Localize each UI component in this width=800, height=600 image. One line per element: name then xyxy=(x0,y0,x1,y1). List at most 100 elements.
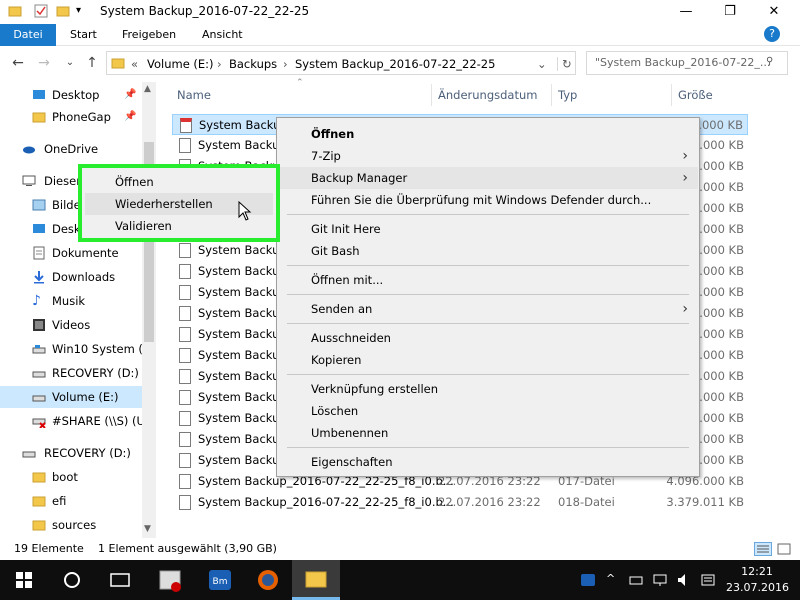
menu-item-7-zip[interactable]: 7-Zip › xyxy=(278,145,698,167)
submenu-arrow-icon: › xyxy=(682,148,688,164)
menu-item-verknüpfung-erstellen[interactable]: Verknüpfung erstellen xyxy=(278,378,698,400)
file-explorer-taskbar-icon[interactable] xyxy=(292,560,340,600)
menu-item-umbenennen[interactable]: Umbenennen xyxy=(278,422,698,444)
file-icon xyxy=(179,495,191,510)
properties-icon[interactable] xyxy=(34,4,48,18)
nav-item-efi[interactable]: efi xyxy=(0,490,142,512)
maximize-button[interactable]: ❐ xyxy=(708,0,752,24)
nav-item-drive-d[interactable]: RECOVERY (D:) xyxy=(0,362,142,384)
column-separator[interactable] xyxy=(671,84,672,106)
file-row[interactable]: System Backup_2016-07-22_22-25_f8_i0.b..… xyxy=(172,492,748,513)
recent-locations-button[interactable]: ⌄ xyxy=(62,54,78,72)
sort-indicator-icon: ⌃ xyxy=(296,78,304,88)
nav-item-boot[interactable]: boot xyxy=(0,466,142,488)
task-view-icon[interactable] xyxy=(96,560,144,600)
breadcrumb-separator[interactable]: › xyxy=(217,57,222,71)
start-windows-icon[interactable] xyxy=(0,560,48,600)
system-clock[interactable]: 12:21 23.07.2016 xyxy=(726,564,789,596)
file-name: System Backup xyxy=(198,138,287,152)
column-header-date[interactable]: Änderungsdatum xyxy=(438,88,537,108)
breadcrumb-folder[interactable]: System Backup_2016-07-22_22-25 xyxy=(295,57,495,71)
status-bar: 19 Elemente 1 Element ausgewählt (3,90 G… xyxy=(0,538,800,560)
file-name: System Backup xyxy=(198,243,287,257)
menu-item-ausschneiden[interactable]: Ausschneiden xyxy=(278,327,698,349)
overflow-chevron[interactable]: « xyxy=(131,57,138,71)
action-center-icon[interactable] xyxy=(700,572,716,588)
menu-item-führen-sie-die-überprüfung-mit-windows-defender-durch[interactable]: Führen Sie die Überprüfung mit Windows D… xyxy=(278,189,698,211)
column-header-name[interactable]: Name xyxy=(177,88,211,108)
menu-item-backup-manager[interactable]: Backup Manager › xyxy=(278,167,698,189)
menu-item-git-init-here[interactable]: Git Init Here xyxy=(278,218,698,240)
menu-item-eigenschaften[interactable]: Eigenschaften xyxy=(278,451,698,473)
column-separator[interactable] xyxy=(551,84,552,106)
nav-item-desktop[interactable]: Desktop 📌 xyxy=(0,84,142,106)
nav-item-sources[interactable]: sources xyxy=(0,514,142,536)
help-icon[interactable]: ? xyxy=(764,26,780,42)
forward-button[interactable]: → xyxy=(36,54,52,72)
search-input[interactable]: "System Backup_2016-07-22_... xyxy=(586,51,788,75)
nav-item-drive-c[interactable]: Win10 System (C:) xyxy=(0,338,142,360)
app-window-icon[interactable] xyxy=(146,560,194,600)
search-icon[interactable]: ⚲ xyxy=(766,56,773,67)
address-bar[interactable]: « Volume (E:) › Backups › System Backup_… xyxy=(106,51,576,75)
nav-item-recovery-d[interactable]: RECOVERY (D:) xyxy=(0,442,142,464)
downloads-icon xyxy=(34,271,44,284)
svg-text:Bm: Bm xyxy=(213,577,228,587)
nav-item-downloads[interactable]: Downloads xyxy=(0,266,142,288)
search-circle-icon[interactable] xyxy=(48,560,96,600)
menu-item-kopieren[interactable]: Kopieren xyxy=(278,349,698,371)
large-icons-view-icon[interactable] xyxy=(776,542,792,556)
column-separator[interactable] xyxy=(431,84,432,106)
tray-overflow-icon[interactable]: ^ xyxy=(606,572,622,588)
menu-item-öffnen[interactable]: Öffnen xyxy=(278,123,698,145)
menu-separator xyxy=(287,294,689,295)
nav-item-phonegap[interactable]: PhoneGap 📌 xyxy=(0,106,142,128)
new-folder-icon[interactable] xyxy=(56,4,70,18)
volume-icon[interactable] xyxy=(676,572,692,588)
pin-icon[interactable]: 📌 xyxy=(124,106,136,128)
menu-separator xyxy=(287,214,689,215)
nav-item-drive-e[interactable]: Volume (E:) xyxy=(0,386,142,408)
close-button[interactable]: ✕ xyxy=(752,0,796,24)
breadcrumb-backups[interactable]: Backups xyxy=(229,57,277,71)
nav-item-share-u[interactable]: #SHARE (\\S) (U:) xyxy=(0,410,142,432)
file-type: 018-Datei xyxy=(558,495,615,509)
customize-quick-access-icon[interactable]: ▾ xyxy=(76,4,90,18)
nav-item-music[interactable]: ♪ Musik xyxy=(0,290,142,312)
details-view-icon[interactable] xyxy=(754,542,772,556)
scroll-down-icon[interactable]: ▼ xyxy=(144,524,151,534)
tab-freigeben[interactable]: Freigeben xyxy=(112,24,186,46)
menu-item-löschen[interactable]: Löschen xyxy=(278,400,698,422)
menu-item-git-bash[interactable]: Git Bash xyxy=(278,240,698,262)
scroll-up-icon[interactable]: ▲ xyxy=(144,84,151,94)
column-header-size[interactable]: Größe xyxy=(678,88,713,108)
file-name: System Backup xyxy=(198,306,287,320)
menu-item-öffnen-mit[interactable]: Öffnen mit... xyxy=(278,269,698,291)
menu-item-senden-an[interactable]: Senden an › xyxy=(278,298,698,320)
tray-app-icon[interactable] xyxy=(580,572,596,588)
address-dropdown-icon[interactable]: ⌄ xyxy=(537,57,547,71)
firefox-icon[interactable] xyxy=(244,560,292,600)
explorer-window: ▾ System Backup_2016-07-22_22-25 — ❐ ✕ D… xyxy=(0,0,800,560)
refresh-icon[interactable]: ↻ xyxy=(557,57,572,71)
usb-eject-icon[interactable] xyxy=(628,572,644,588)
navigation-pane: Desktop 📌 PhoneGap 📌 OneDrive Dieser PC … xyxy=(0,80,156,538)
breadcrumb-volume[interactable]: Volume (E:) xyxy=(147,57,214,71)
nav-item-documents[interactable]: Dokumente xyxy=(0,242,142,264)
tab-datei[interactable]: Datei xyxy=(0,24,56,46)
column-header-type[interactable]: Typ xyxy=(558,88,577,108)
network-icon[interactable] xyxy=(652,572,668,588)
nav-item-videos[interactable]: Videos xyxy=(0,314,142,336)
tab-ansicht[interactable]: Ansicht xyxy=(192,24,253,46)
file-icon xyxy=(179,369,191,384)
tab-start[interactable]: Start xyxy=(60,24,107,46)
backup-manager-app-icon[interactable]: Bm xyxy=(196,560,244,600)
breadcrumb-separator[interactable]: › xyxy=(283,57,288,71)
up-button[interactable]: ↑ xyxy=(84,54,100,72)
nav-item-onedrive[interactable]: OneDrive xyxy=(0,138,142,160)
folder-icon xyxy=(32,496,46,507)
submenu-item-oeffnen[interactable]: Öffnen xyxy=(85,171,273,193)
back-button[interactable]: ← xyxy=(10,54,26,72)
minimize-button[interactable]: — xyxy=(664,0,708,24)
pin-icon[interactable]: 📌 xyxy=(124,84,136,106)
